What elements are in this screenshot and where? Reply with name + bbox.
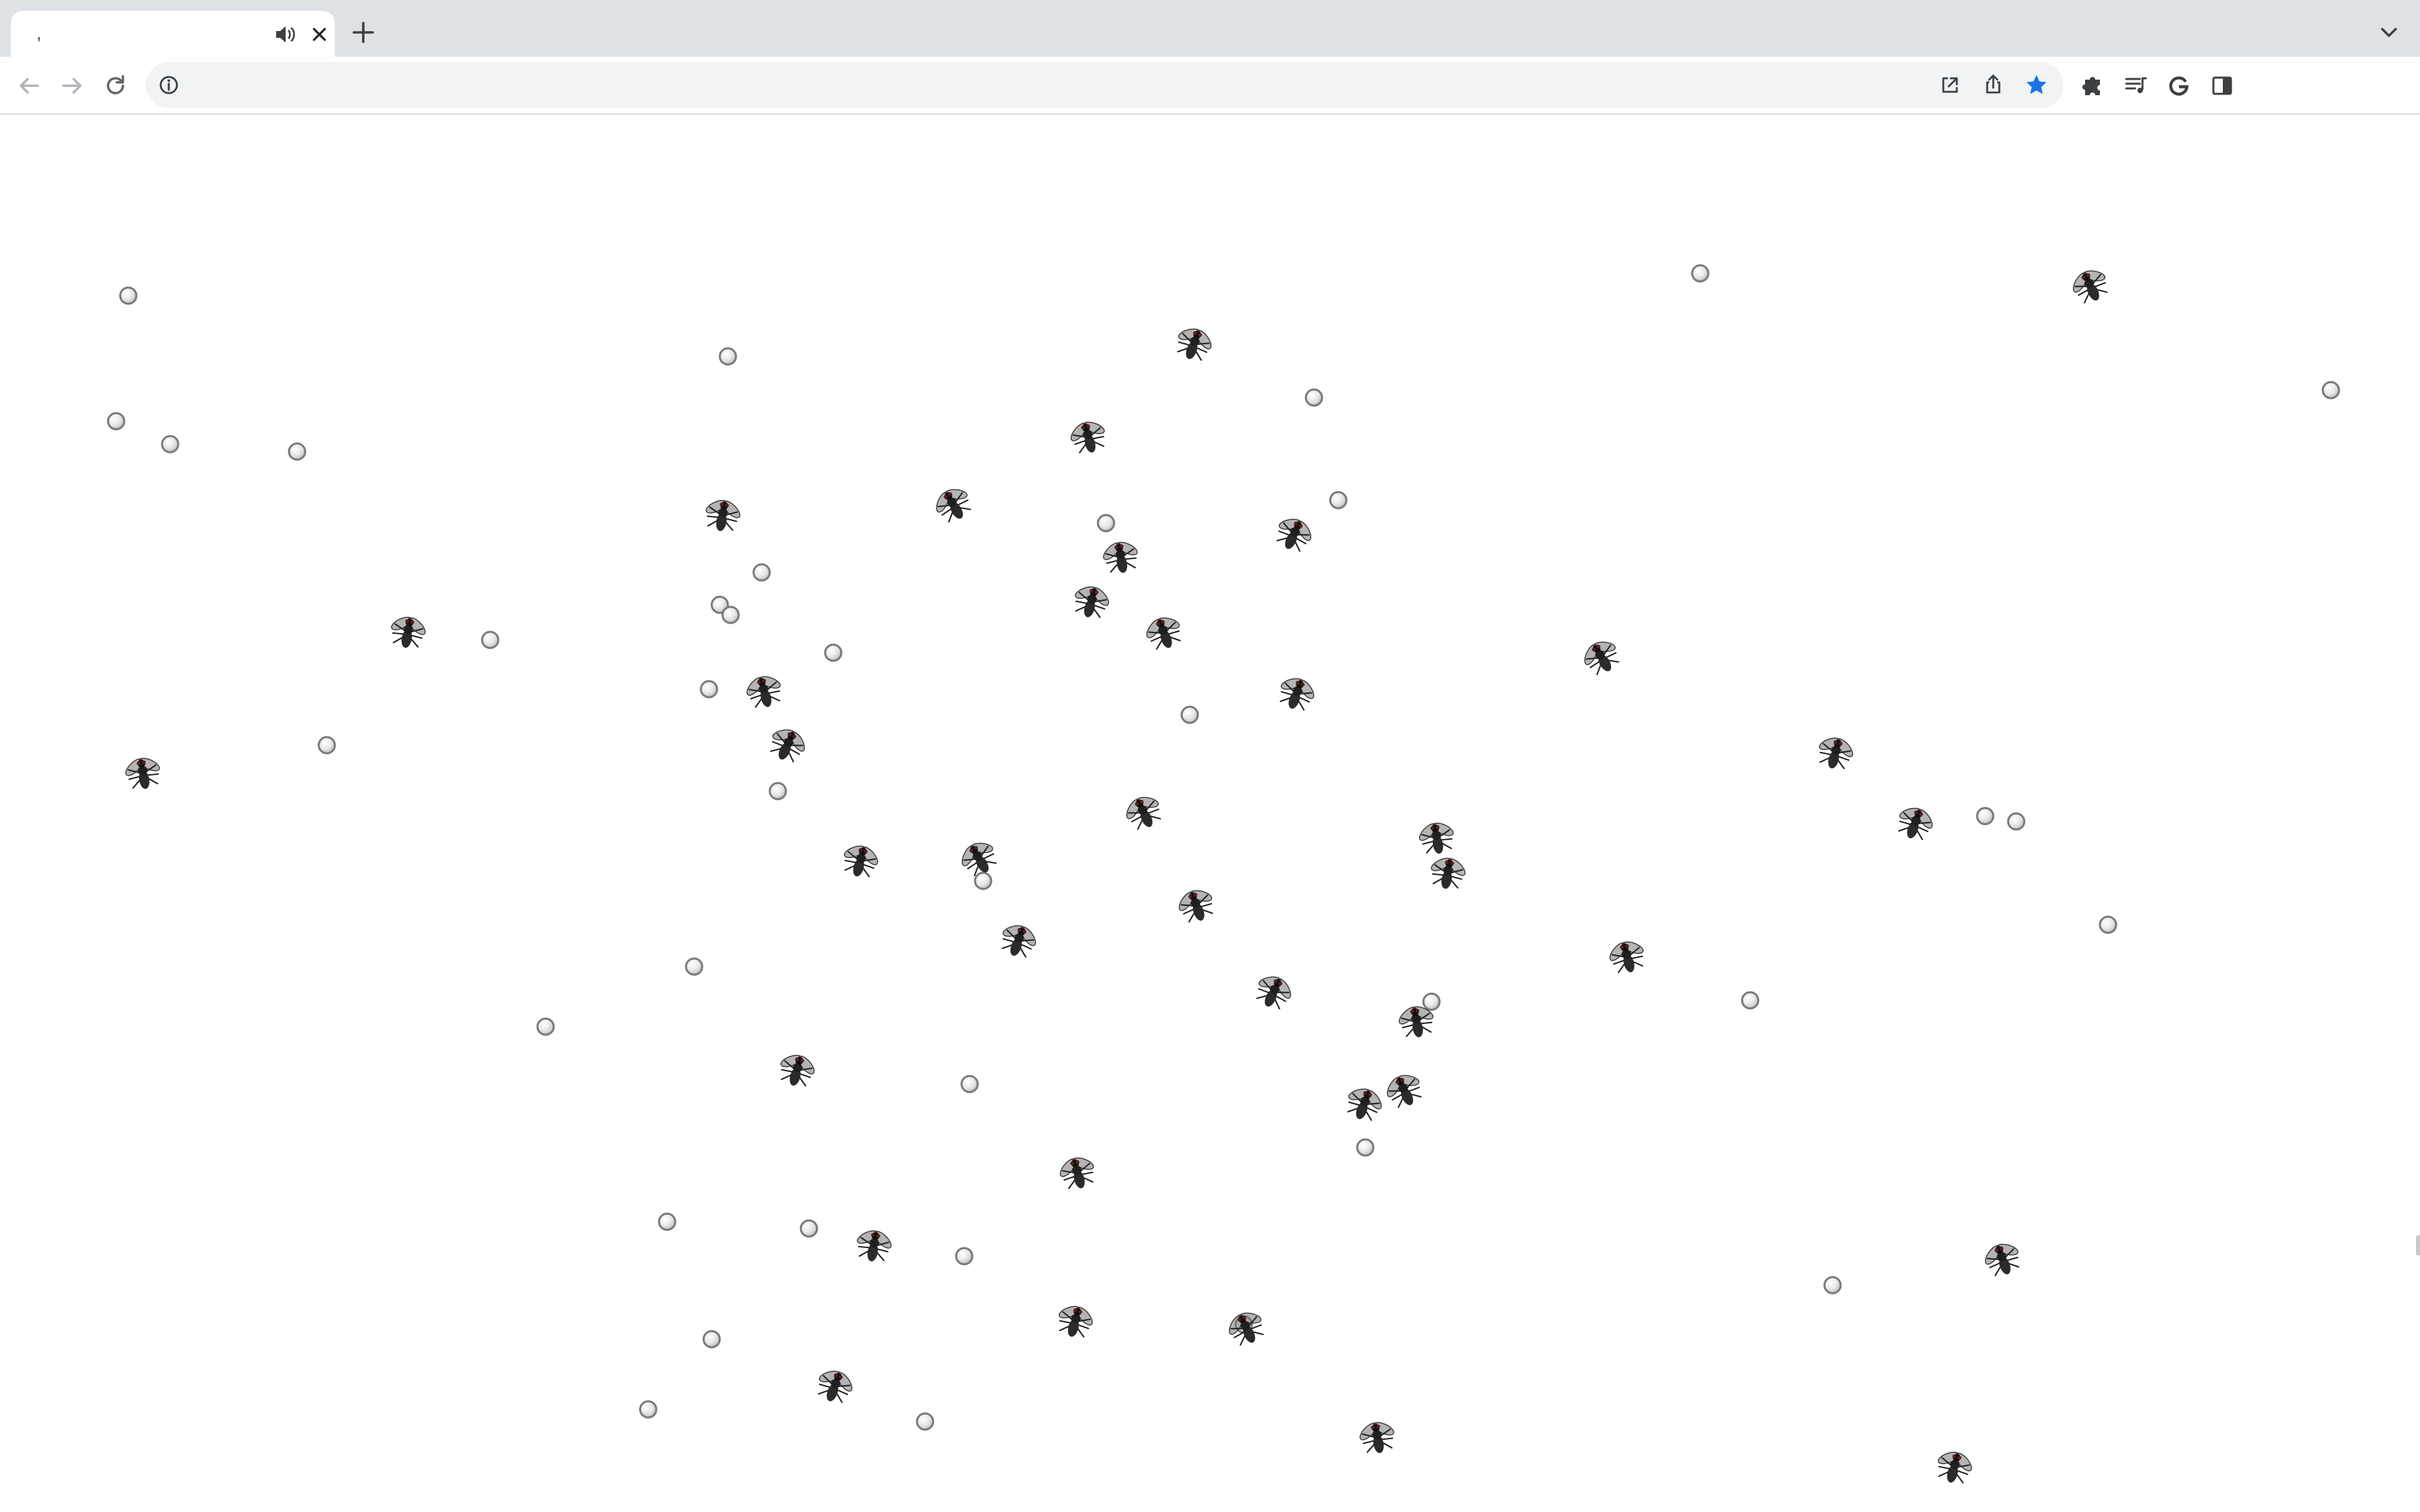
fly-icon[interactable]: [1425, 852, 1471, 893]
ball[interactable]: [702, 1330, 721, 1349]
fly-icon[interactable]: [1248, 967, 1300, 1015]
fly-icon[interactable]: [1068, 579, 1115, 623]
fly-icon[interactable]: [926, 479, 979, 529]
arrow-right-icon[interactable]: [57, 70, 88, 101]
fly-icon[interactable]: [1575, 631, 1627, 682]
ball[interactable]: [161, 435, 180, 454]
fly-icon[interactable]: [1117, 787, 1169, 836]
fly-icon[interactable]: [1272, 670, 1321, 716]
chevron-down-icon[interactable]: [2375, 19, 2402, 46]
fly-icon[interactable]: [1051, 1299, 1099, 1343]
fly-icon[interactable]: [1603, 934, 1651, 978]
ball[interactable]: [639, 1400, 658, 1419]
fly-icon[interactable]: [700, 494, 745, 535]
ball[interactable]: [2099, 915, 2118, 934]
ball[interactable]: [317, 736, 336, 755]
ball[interactable]: [799, 1219, 818, 1238]
fly-icon[interactable]: [810, 1362, 860, 1409]
ball[interactable]: [1356, 1138, 1375, 1157]
fly-icon[interactable]: [1269, 509, 1320, 558]
fly-icon[interactable]: [1812, 730, 1860, 774]
fly-icon[interactable]: [120, 752, 166, 793]
ball[interactable]: [481, 630, 500, 649]
info-icon[interactable]: [155, 72, 182, 99]
fly-icon[interactable]: [740, 669, 788, 713]
ball[interactable]: [1097, 514, 1115, 533]
ball[interactable]: [752, 563, 771, 582]
fly-icon[interactable]: [773, 1048, 821, 1091]
game-area[interactable]: [0, 115, 2420, 1512]
speaker-icon[interactable]: [274, 24, 297, 45]
game-field[interactable]: [0, 115, 2420, 1512]
address-bar[interactable]: [146, 62, 2063, 108]
ball[interactable]: [2007, 812, 2026, 831]
plus-icon[interactable]: [348, 18, 378, 47]
ball[interactable]: [288, 442, 307, 461]
fly-icon[interactable]: [1378, 1065, 1429, 1114]
puzzle-icon[interactable]: [2077, 70, 2108, 101]
ball[interactable]: [955, 1247, 974, 1266]
fly-icon[interactable]: [1414, 817, 1460, 858]
ball[interactable]: [700, 680, 718, 699]
ball[interactable]: [768, 782, 787, 801]
ball[interactable]: [960, 1075, 979, 1094]
fly-icon[interactable]: [994, 917, 1043, 963]
star-icon[interactable]: [2023, 72, 2050, 99]
fly-icon[interactable]: [1930, 1444, 1978, 1488]
browser-tab[interactable]: ,: [11, 11, 335, 57]
open-external-icon[interactable]: [1937, 72, 1964, 99]
ball[interactable]: [1305, 388, 1323, 407]
fly-icon[interactable]: [1139, 609, 1188, 655]
fly-icon[interactable]: [1064, 414, 1112, 458]
fly-icon[interactable]: [851, 1224, 897, 1266]
fly-icon[interactable]: [837, 838, 885, 882]
fly-icon[interactable]: [2064, 261, 2115, 309]
ball[interactable]: [119, 286, 138, 305]
ball[interactable]: [718, 347, 737, 366]
scrollbar[interactable]: [2416, 1235, 2420, 1256]
ball[interactable]: [107, 412, 126, 431]
fly-icon[interactable]: [1354, 1416, 1400, 1457]
ball[interactable]: [721, 605, 740, 624]
fly-icon[interactable]: [1053, 1150, 1101, 1194]
ball[interactable]: [1329, 491, 1348, 510]
ball[interactable]: [974, 871, 993, 890]
reload-icon[interactable]: [100, 70, 131, 101]
fly-icon[interactable]: [762, 720, 814, 768]
google-g-icon[interactable]: [2163, 70, 2194, 101]
fly-icon[interactable]: [1169, 320, 1219, 367]
ball[interactable]: [2321, 381, 2340, 400]
ball[interactable]: [1976, 807, 1995, 826]
fly-icon[interactable]: [385, 611, 431, 652]
arrow-left-icon[interactable]: [14, 70, 45, 101]
share-icon[interactable]: [1980, 72, 2007, 99]
ball[interactable]: [1422, 992, 1441, 1011]
fly-icon[interactable]: [1340, 1080, 1389, 1127]
ball[interactable]: [1823, 1276, 1842, 1295]
fly-icon[interactable]: [1220, 1303, 1271, 1351]
tab-strip: ,: [0, 0, 2420, 57]
ball[interactable]: [1741, 991, 1760, 1010]
close-icon[interactable]: [308, 23, 331, 46]
browser-toolbar: [0, 57, 2420, 115]
side-panel-icon[interactable]: [2207, 70, 2238, 101]
fly-icon[interactable]: [1891, 799, 1940, 846]
fly-icon[interactable]: [1978, 1235, 2027, 1282]
ball[interactable]: [1180, 705, 1199, 724]
ball[interactable]: [1691, 264, 1710, 283]
ball[interactable]: [536, 1017, 555, 1036]
ball[interactable]: [658, 1212, 677, 1231]
queue-music-icon[interactable]: [2120, 70, 2151, 101]
ball[interactable]: [685, 957, 704, 976]
tab-title: ,: [36, 23, 42, 43]
ball[interactable]: [824, 643, 843, 662]
fly-icon[interactable]: [1172, 882, 1221, 928]
fly-icon[interactable]: [1098, 536, 1144, 577]
ball[interactable]: [916, 1412, 935, 1431]
